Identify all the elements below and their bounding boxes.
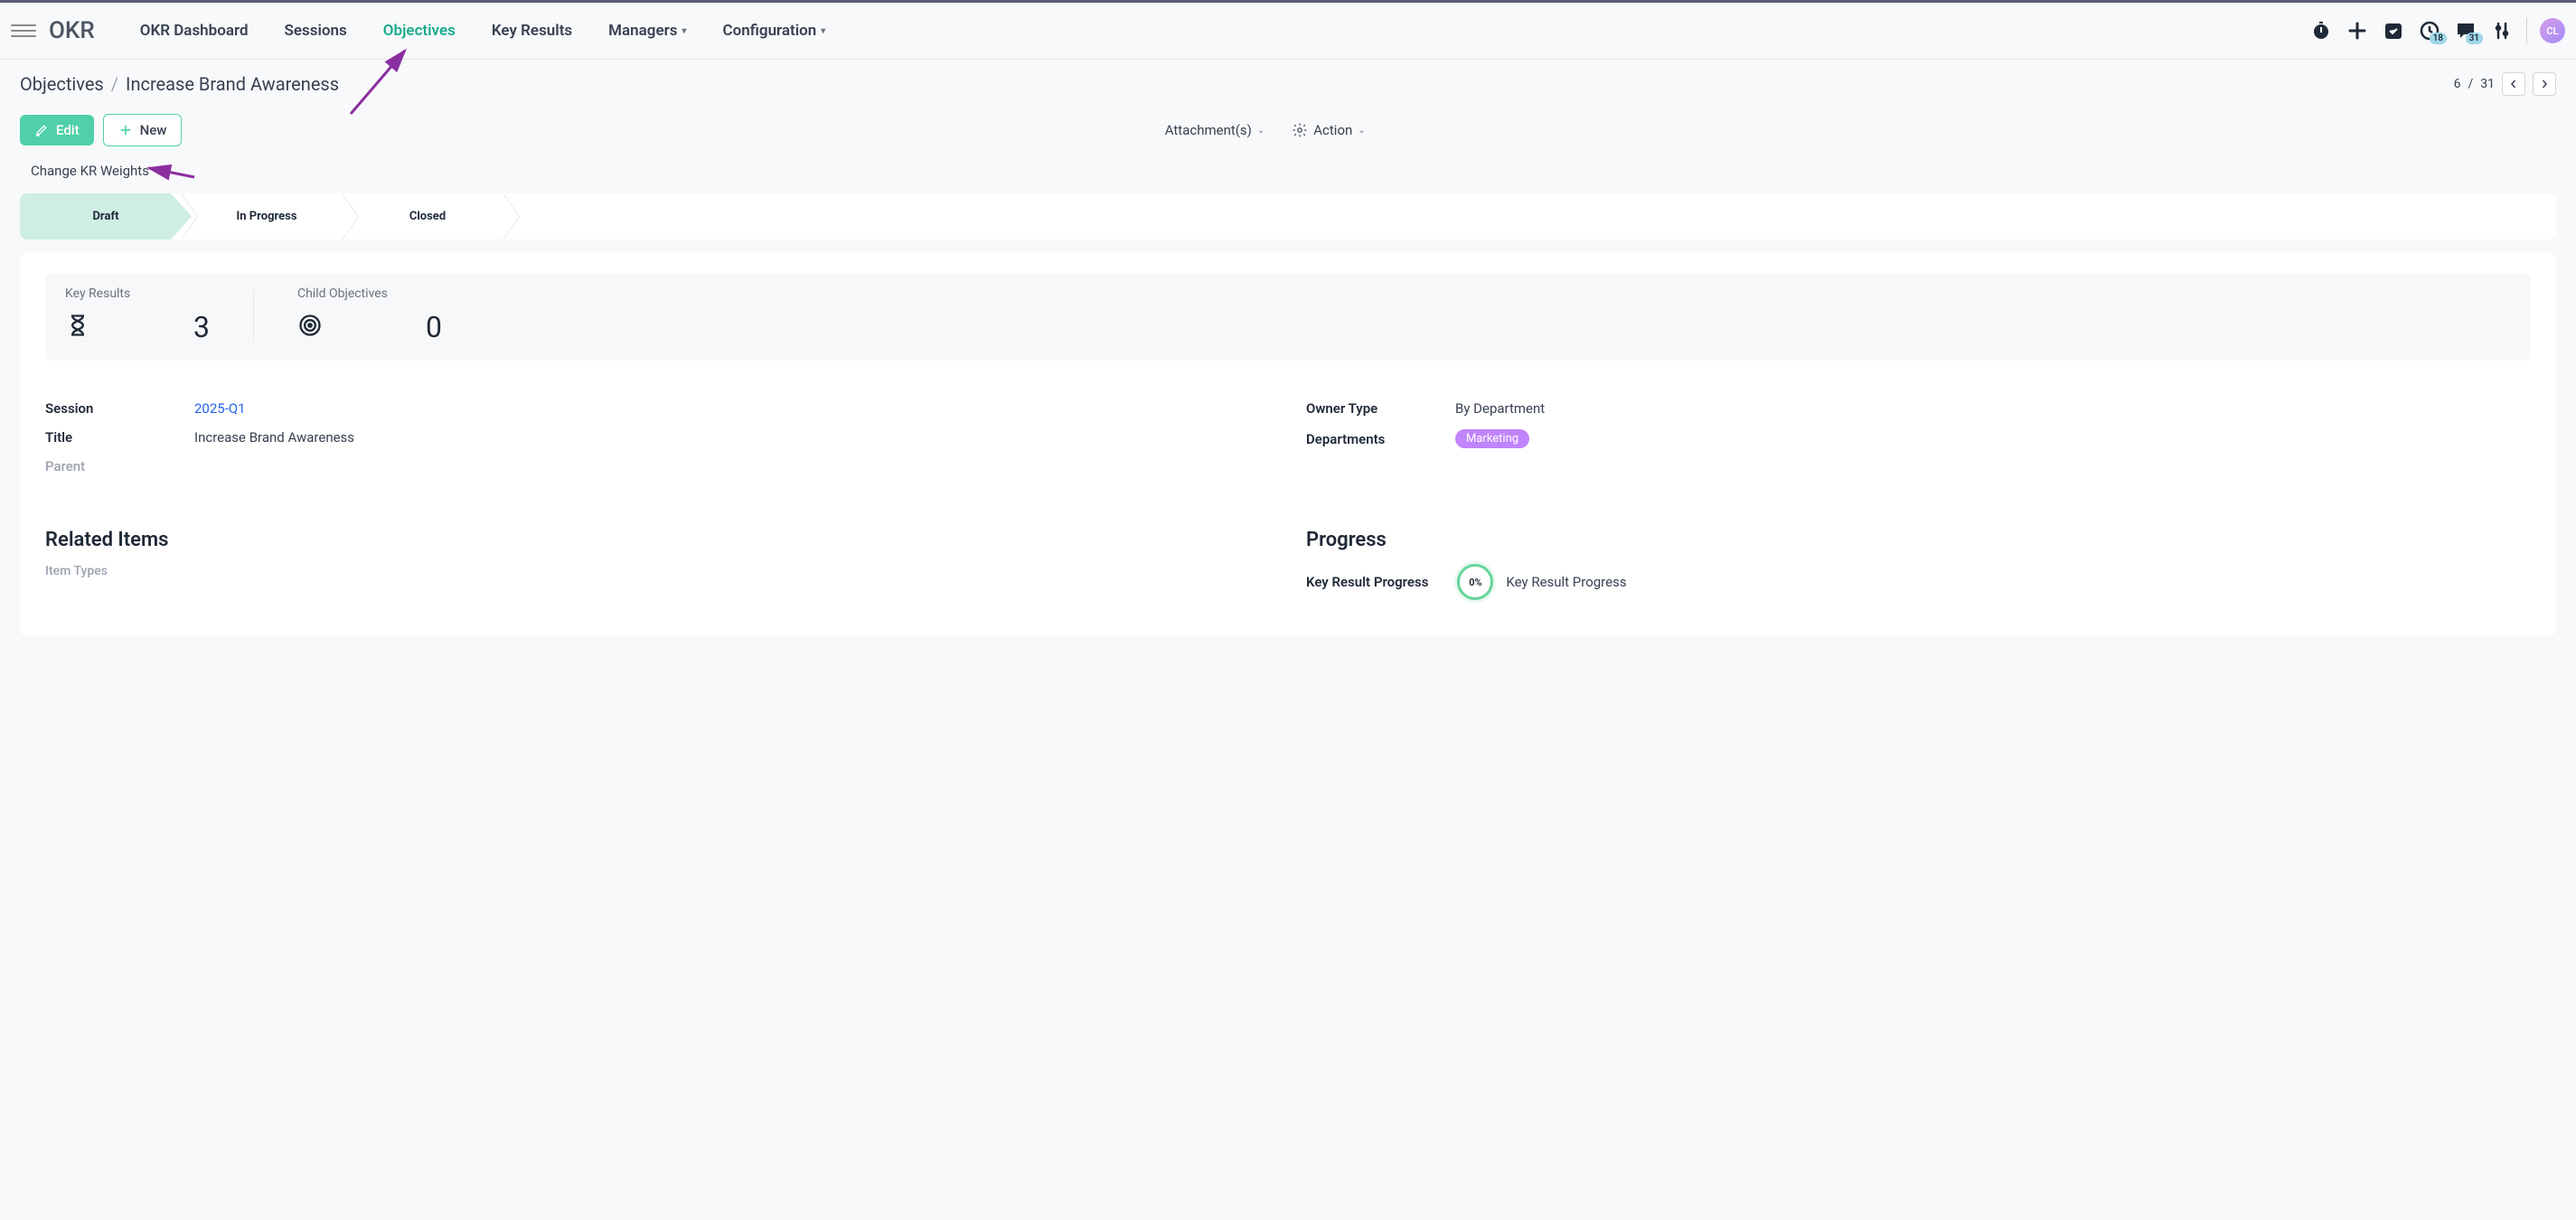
nav-configuration-label: Configuration: [723, 22, 817, 40]
edit-button[interactable]: Edit: [20, 115, 94, 145]
chevron-down-icon: ⌄: [1257, 126, 1264, 136]
hourglass-icon: [65, 313, 90, 342]
pager-next-button[interactable]: [2533, 72, 2556, 96]
calendar-check-icon[interactable]: [2382, 19, 2405, 42]
kr-progress-label: Key Result Progress: [1306, 574, 1428, 590]
chevron-down-icon: ▾: [821, 26, 825, 36]
field-session-value[interactable]: 2025-Q1: [194, 400, 1270, 417]
progress-title: Progress: [1306, 529, 2531, 551]
stat-bar: Key Results 3 Child Objectives 0: [45, 274, 2531, 361]
separator: [2526, 17, 2527, 44]
field-owner-type-value: By Department: [1455, 400, 2531, 417]
new-button-label: New: [140, 122, 167, 138]
field-departments-value: Marketing: [1455, 429, 2531, 448]
settings-sliders-icon[interactable]: [2490, 19, 2514, 42]
pager-current: 6: [2454, 77, 2461, 91]
topbar: OKR OKR Dashboard Sessions Objectives Ke…: [0, 3, 2576, 60]
breadcrumb-parent[interactable]: Objectives: [20, 73, 104, 95]
nav-managers[interactable]: Managers ▾: [608, 22, 686, 40]
field-title-value: Increase Brand Awareness: [194, 429, 1270, 446]
nav-sessions[interactable]: Sessions: [285, 22, 347, 40]
pager-prev-button[interactable]: [2502, 72, 2525, 96]
action-label: Action: [1313, 122, 1352, 138]
pencil-icon: [34, 123, 49, 137]
nav-objectives[interactable]: Objectives: [383, 22, 456, 40]
attachments-label: Attachment(s): [1165, 122, 1252, 138]
pager: 6 / 31: [2454, 72, 2556, 96]
action-dropdown[interactable]: Action ⌄: [1292, 122, 1365, 138]
topbar-right: 18 31 CL: [2309, 17, 2565, 44]
stat-key-results-label: Key Results: [65, 286, 210, 301]
stat-child-objectives-label: Child Objectives: [297, 286, 442, 301]
field-title-label: Title: [45, 429, 194, 446]
stat-key-results-value: 3: [193, 310, 210, 344]
nav-keyresults[interactable]: Key Results: [492, 22, 572, 40]
status-in-progress[interactable]: In Progress: [181, 193, 353, 239]
attachments-dropdown[interactable]: Attachment(s) ⌄: [1165, 122, 1265, 138]
main-nav: OKR Dashboard Sessions Objectives Key Re…: [140, 22, 826, 40]
clock-icon[interactable]: 18: [2418, 19, 2441, 42]
status-closed[interactable]: Closed: [342, 193, 513, 239]
chevron-down-icon: ⌄: [1358, 126, 1365, 136]
message-icon[interactable]: 31: [2454, 19, 2477, 42]
brand[interactable]: OKR: [49, 17, 95, 44]
change-kr-weights-link[interactable]: Change KR Weights: [31, 163, 149, 179]
stat-child-objectives: Child Objectives 0: [297, 286, 442, 344]
gear-icon: [1292, 122, 1308, 138]
breadcrumb: Objectives / Increase Brand Awareness: [20, 73, 339, 95]
chevron-down-icon: ▾: [682, 26, 686, 36]
nav-configuration[interactable]: Configuration ▾: [723, 22, 826, 40]
status-draft[interactable]: Draft: [20, 193, 192, 239]
divider: [253, 291, 254, 340]
breadcrumb-current: Increase Brand Awareness: [126, 73, 339, 95]
department-pill[interactable]: Marketing: [1455, 429, 1529, 448]
annotation-arrow: [145, 159, 199, 186]
new-button[interactable]: New: [103, 114, 183, 146]
avatar[interactable]: CL: [2540, 18, 2565, 43]
field-departments-label: Departments: [1306, 431, 1455, 447]
section-progress: Progress Key Result Progress 0% Key Resu…: [1306, 529, 2531, 600]
plus-icon[interactable]: [2346, 19, 2369, 42]
target-icon: [297, 313, 323, 342]
stat-key-results: Key Results 3: [65, 286, 210, 344]
status-closed-label: Closed: [409, 210, 446, 223]
related-items-title: Related Items: [45, 529, 1270, 551]
timer-icon[interactable]: [2309, 19, 2333, 42]
message-badge: 31: [2466, 33, 2483, 44]
section-related-items: Related Items Item Types: [45, 529, 1270, 600]
page: Objectives / Increase Brand Awareness 6 …: [0, 60, 2576, 663]
nav-dashboard[interactable]: OKR Dashboard: [140, 22, 249, 40]
plus-icon: [118, 123, 133, 137]
kr-progress-circle: 0%: [1457, 564, 1493, 600]
field-owner-type-label: Owner Type: [1306, 400, 1455, 417]
status-bar: Draft In Progress Closed: [20, 193, 2556, 239]
field-parent-label: Parent: [45, 458, 194, 474]
stat-child-objectives-value: 0: [426, 310, 442, 344]
pager-sep: /: [2468, 77, 2473, 91]
status-in-progress-label: In Progress: [236, 210, 296, 223]
status-draft-label: Draft: [92, 210, 118, 223]
menu-toggle[interactable]: [11, 24, 36, 37]
nav-managers-label: Managers: [608, 22, 677, 40]
edit-button-label: Edit: [56, 122, 80, 138]
pager-total: 31: [2480, 77, 2495, 91]
main-card: Key Results 3 Child Objectives 0: [20, 252, 2556, 636]
breadcrumb-separator: /: [111, 73, 118, 95]
clock-badge: 18: [2430, 33, 2447, 44]
kr-progress-label2: Key Result Progress: [1506, 574, 1626, 590]
field-session-label: Session: [45, 400, 194, 417]
item-types-label: Item Types: [45, 564, 1270, 578]
